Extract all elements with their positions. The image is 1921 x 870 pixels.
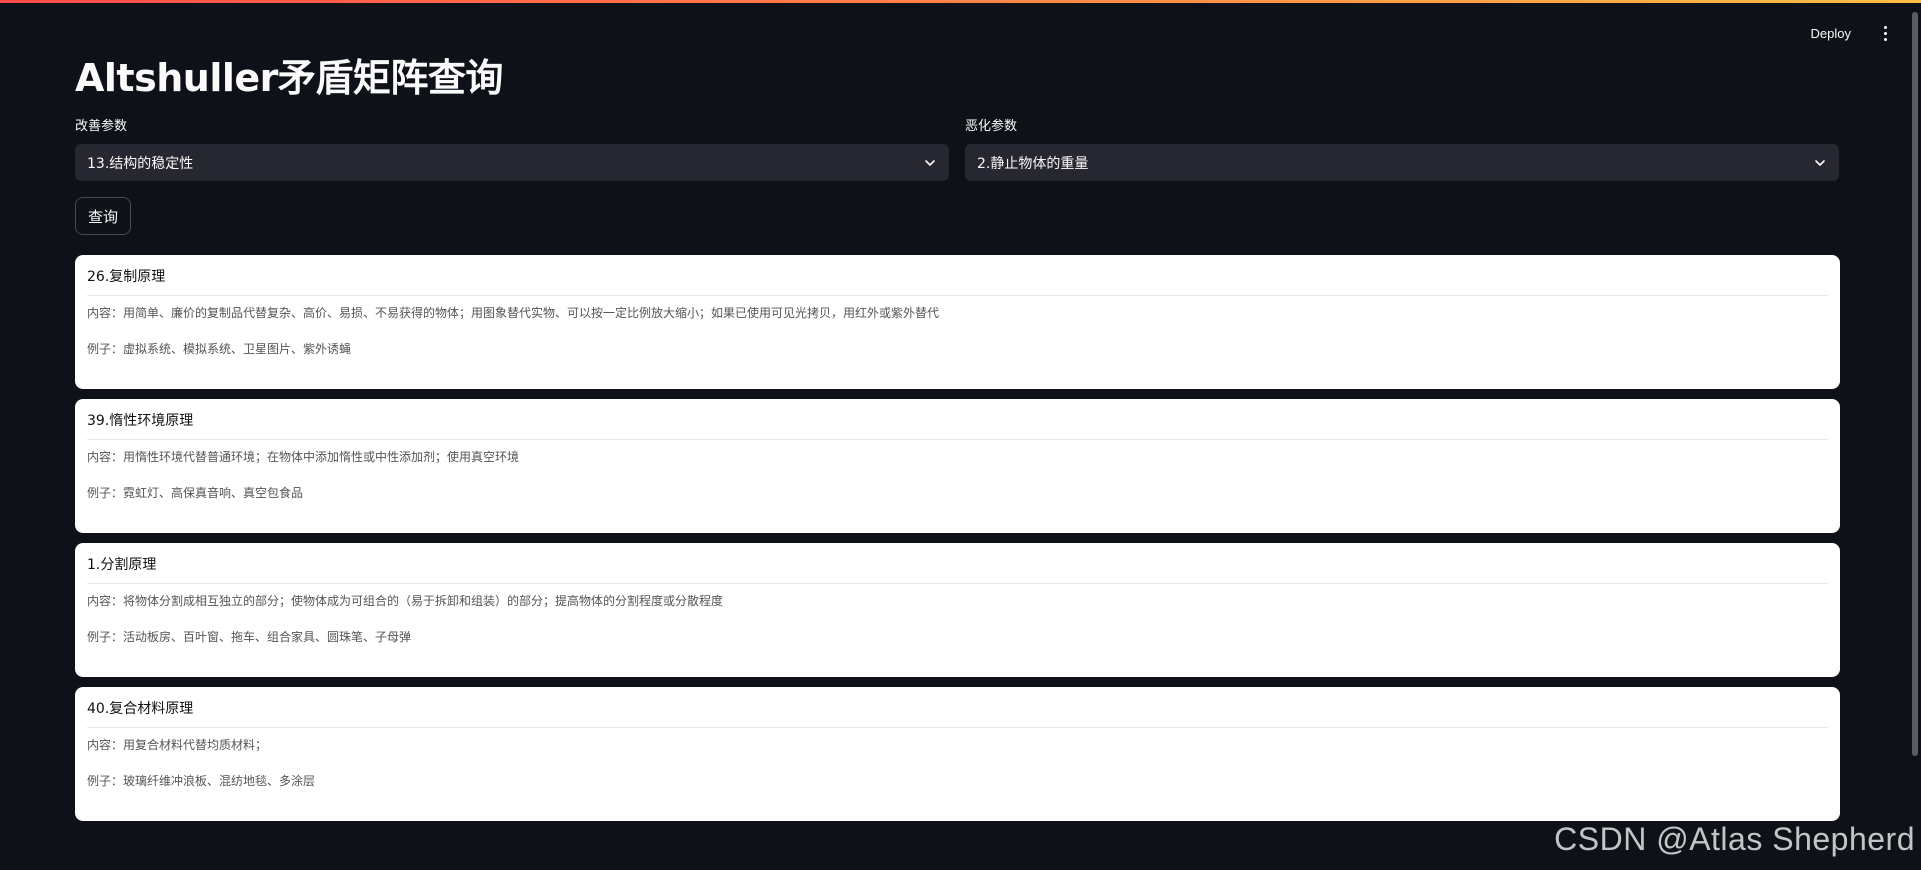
results-list: 26.复制原理 内容：用简单、廉价的复制品代替复杂、高价、易损、不易获得的物体；… [75, 255, 1840, 821]
principle-content: 内容：用复合材料代替均质材料； [87, 738, 268, 752]
app-page: Deploy Altshuller矛盾矩阵查询 改善参数 13.结构的稳定性 恶… [0, 0, 1921, 870]
principle-content: 内容：用惰性环境代替普通环境；在物体中添加惰性或中性添加剂；使用真空环境 [87, 450, 520, 464]
principle-card: 40.复合材料原理 内容：用复合材料代替均质材料； 例子：玻璃纤维冲浪板、混纺地… [75, 687, 1840, 821]
worsen-parameter-label: 恶化参数 [965, 119, 1018, 134]
page-title: Altshuller矛盾矩阵查询 [75, 56, 503, 100]
principle-title: 40.复合材料原理 [87, 699, 1828, 728]
watermark: CSDN @Atlas Shepherd [1554, 821, 1915, 857]
principle-content: 内容：将物体分割成相互独立的部分；使物体成为可组合的（易于拆卸和组装）的部分；提… [87, 594, 724, 608]
principle-title: 1.分割原理 [87, 555, 1828, 584]
parameter-selects: 改善参数 13.结构的稳定性 恶化参数 2.静止物体的重量 [75, 118, 1840, 183]
principle-card: 39.惰性环境原理 内容：用惰性环境代替普通环境；在物体中添加惰性或中性添加剂；… [75, 399, 1840, 533]
chevron-down-icon [1813, 156, 1827, 170]
kebab-menu-icon[interactable] [1877, 24, 1893, 44]
chevron-down-icon [923, 156, 937, 170]
deploy-button[interactable]: Deploy [1803, 22, 1859, 45]
query-button[interactable]: 查询 [75, 197, 132, 235]
principle-title: 39.惰性环境原理 [87, 411, 1828, 440]
worsen-parameter-value: 2.静止物体的重量 [977, 155, 1089, 172]
improve-parameter-select[interactable]: 13.结构的稳定性 [75, 144, 949, 181]
principle-card: 26.复制原理 内容：用简单、廉价的复制品代替复杂、高价、易损、不易获得的物体；… [75, 255, 1840, 389]
principle-example: 例子：玻璃纤维冲浪板、混纺地毯、多涂层 [87, 774, 316, 788]
top-decoration-bar [0, 0, 1921, 3]
toolbar: Deploy [1803, 22, 1893, 45]
principle-example: 例子：活动板房、百叶窗、拖车、组合家具、圆珠笔、子母弹 [87, 630, 412, 644]
principle-title: 26.复制原理 [87, 267, 1828, 296]
improve-parameter-value: 13.结构的稳定性 [87, 155, 194, 172]
main-content: Altshuller矛盾矩阵查询 改善参数 13.结构的稳定性 恶化参数 2.静… [75, 50, 1840, 831]
worsen-parameter-group: 恶化参数 2.静止物体的重量 [965, 118, 1839, 181]
vertical-scrollbar[interactable] [1912, 12, 1918, 756]
principle-content: 内容：用简单、廉价的复制品代替复杂、高价、易损、不易获得的物体；用图象替代实物、… [87, 306, 940, 320]
principle-example: 例子：霓虹灯、高保真音响、真空包食品 [87, 486, 304, 500]
improve-parameter-group: 改善参数 13.结构的稳定性 [75, 118, 949, 181]
principle-example: 例子：虚拟系统、模拟系统、卫星图片、紫外诱蝇 [87, 342, 352, 356]
worsen-parameter-select[interactable]: 2.静止物体的重量 [965, 144, 1839, 181]
improve-parameter-label: 改善参数 [75, 119, 128, 134]
principle-card: 1.分割原理 内容：将物体分割成相互独立的部分；使物体成为可组合的（易于拆卸和组… [75, 543, 1840, 677]
